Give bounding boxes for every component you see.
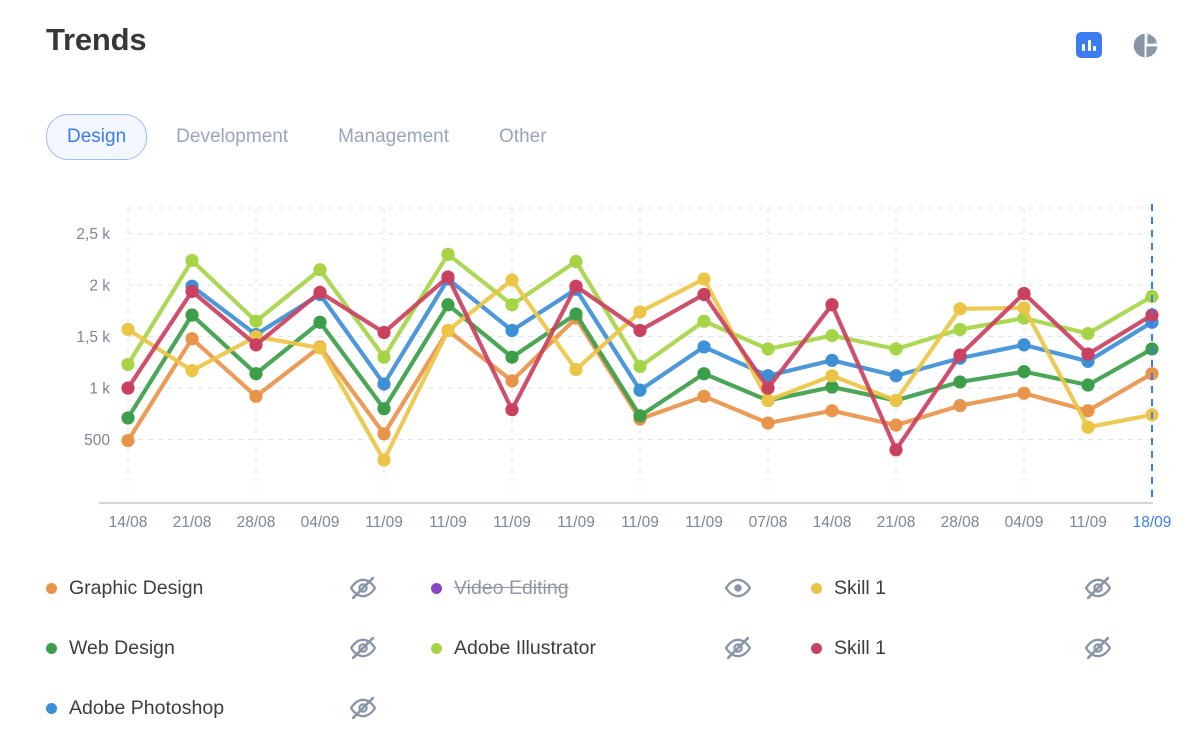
tab-development[interactable]: Development bbox=[155, 114, 309, 160]
bar-chart-view-button[interactable] bbox=[1074, 30, 1104, 60]
legend-label: Web Design bbox=[69, 636, 175, 659]
legend-label: Adobe Photoshop bbox=[69, 696, 225, 719]
x-axis-tick-label: 11/09 bbox=[429, 514, 467, 531]
legend-color-swatch bbox=[431, 582, 442, 594]
legend-item-skill-1-yellow[interactable]: Skill 1 bbox=[811, 577, 1081, 600]
tab-management[interactable]: Management bbox=[317, 114, 470, 160]
x-axis-tick-label: 04/09 bbox=[301, 514, 340, 531]
legend-label: Video Editing bbox=[454, 576, 569, 599]
eye-off-icon[interactable] bbox=[1081, 631, 1115, 665]
tab-other[interactable]: Other bbox=[478, 114, 568, 160]
legend-row: Web Design Adobe Illustrator Skill 1 bbox=[46, 618, 1166, 678]
pie-chart-view-button[interactable] bbox=[1130, 30, 1160, 60]
legend-label: Graphic Design bbox=[69, 576, 204, 599]
legend-color-swatch bbox=[46, 702, 57, 714]
legend-item-adobe-illustrator[interactable]: Adobe Illustrator bbox=[431, 637, 721, 660]
eye-icon[interactable] bbox=[721, 571, 755, 605]
trends-card: Trends Design Development Management Oth… bbox=[0, 0, 1200, 750]
x-axis-tick-label: 07/08 bbox=[749, 514, 788, 531]
legend-row: Adobe Photoshop bbox=[46, 678, 1166, 738]
x-axis-tick-label: 14/08 bbox=[813, 514, 852, 531]
x-axis-tick-label: 11/09 bbox=[621, 514, 659, 531]
page-title: Trends bbox=[46, 22, 147, 57]
x-axis-tick-label: 14/08 bbox=[109, 514, 148, 531]
x-axis-tick-label: 11/09 bbox=[557, 514, 595, 531]
x-axis-tick-label: 28/08 bbox=[237, 514, 276, 531]
legend-color-swatch bbox=[46, 582, 57, 594]
eye-off-icon[interactable] bbox=[346, 571, 380, 605]
legend-label: Adobe Illustrator bbox=[454, 636, 596, 659]
tab-design[interactable]: Design bbox=[46, 114, 148, 160]
x-axis-tick-label: 04/09 bbox=[1005, 514, 1044, 531]
legend-item-video-editing[interactable]: Video Editing bbox=[431, 577, 721, 600]
x-axis-tick-label: 11/09 bbox=[493, 514, 531, 531]
legend-row: Graphic Design Video Editing Skill 1 bbox=[46, 558, 1166, 618]
trends-line-chart: 500 1 k 1,5 k 2 k 2,5 k 14/08 21/08 28/08 04/09… bbox=[0, 186, 1200, 536]
category-tabs: Design Development Management Other bbox=[46, 114, 568, 160]
x-axis-tick-label: 21/08 bbox=[877, 514, 916, 531]
y-axis-tick-label: 500 bbox=[84, 432, 110, 449]
bar-chart-icon bbox=[1076, 32, 1102, 58]
x-axis-tick-label: 18/09 bbox=[1133, 514, 1172, 531]
legend-item-adobe-photoshop[interactable]: Adobe Photoshop bbox=[46, 697, 346, 720]
eye-off-icon[interactable] bbox=[346, 691, 380, 725]
x-axis-tick-label: 11/09 bbox=[1069, 514, 1107, 531]
legend-item-graphic-design[interactable]: Graphic Design bbox=[46, 577, 346, 600]
chart-svg: 500 1 k 1,5 k 2 k 2,5 k 14/08 21/08 28/08 04/09… bbox=[76, 204, 1172, 531]
chart-legend: Graphic Design Video Editing Skill 1 Web… bbox=[46, 558, 1166, 738]
legend-color-swatch bbox=[431, 642, 442, 654]
chart-x-axis: 14/08 21/08 28/08 04/09 11/09 11/09 11/09 11/09… bbox=[109, 514, 1172, 531]
legend-label: Skill 1 bbox=[834, 576, 887, 599]
legend-color-swatch bbox=[811, 642, 822, 654]
chart-y-axis: 500 1 k 1,5 k 2 k 2,5 k bbox=[76, 226, 110, 449]
y-axis-tick-label: 1 k bbox=[89, 381, 110, 398]
legend-color-swatch bbox=[811, 582, 822, 594]
y-axis-tick-label: 2,5 k bbox=[76, 226, 110, 243]
legend-label: Skill 1 bbox=[834, 636, 887, 659]
eye-off-icon[interactable] bbox=[721, 631, 755, 665]
pie-chart-icon bbox=[1133, 33, 1158, 57]
card-header: Trends bbox=[0, 0, 1200, 92]
y-axis-tick-label: 2 k bbox=[89, 278, 110, 295]
legend-item-skill-1-crimson[interactable]: Skill 1 bbox=[811, 637, 1081, 660]
x-axis-tick-label: 21/08 bbox=[173, 514, 212, 531]
chart-gridlines bbox=[98, 207, 1154, 505]
x-axis-tick-label: 28/08 bbox=[941, 514, 980, 531]
eye-off-icon[interactable] bbox=[346, 631, 380, 665]
header-actions bbox=[1074, 30, 1160, 60]
x-axis-tick-label: 11/09 bbox=[365, 514, 403, 531]
y-axis-tick-label: 1,5 k bbox=[76, 329, 110, 346]
legend-item-web-design[interactable]: Web Design bbox=[46, 637, 346, 660]
legend-color-swatch bbox=[46, 642, 57, 654]
eye-off-icon[interactable] bbox=[1081, 571, 1115, 605]
x-axis-tick-label: 11/09 bbox=[685, 514, 723, 531]
